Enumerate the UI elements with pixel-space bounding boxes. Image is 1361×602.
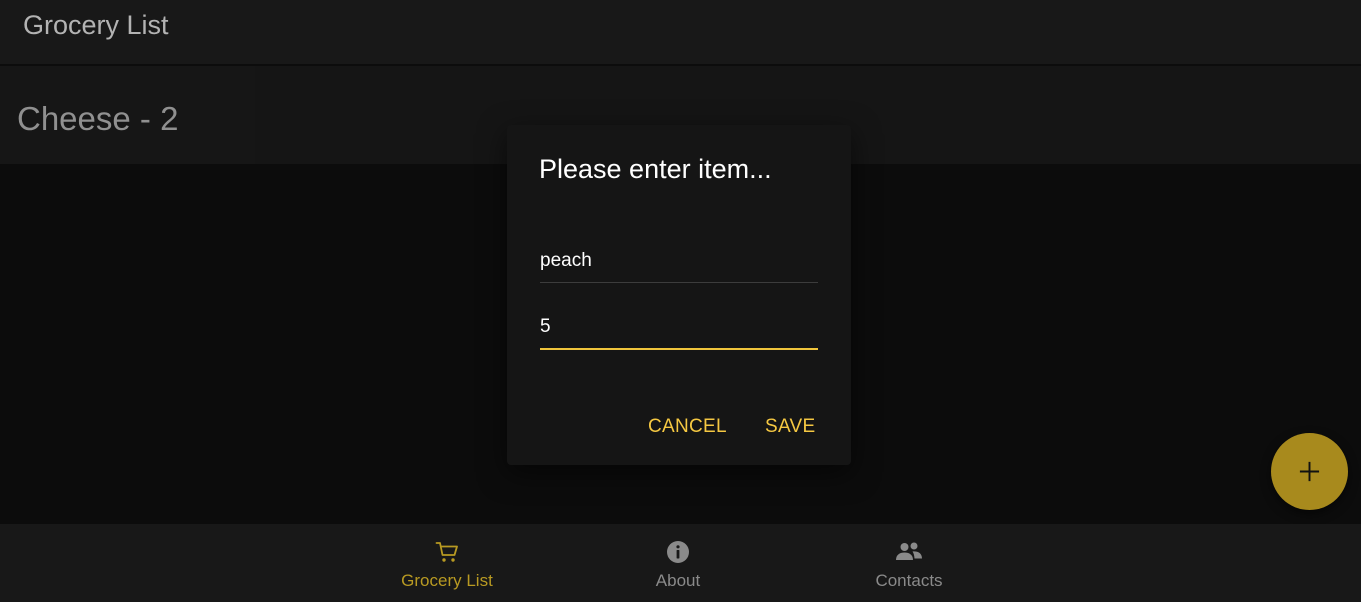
top-app-bar: Grocery List — [0, 0, 1361, 64]
nav-label-about: About — [655, 571, 701, 590]
people-icon — [896, 542, 922, 560]
item-name-input[interactable] — [540, 244, 818, 278]
item-quantity-field — [540, 308, 818, 350]
list-item[interactable]: Cheese - 2 — [17, 99, 178, 139]
item-name-field — [540, 242, 818, 283]
nav-label-grocery-list: Grocery List — [401, 571, 493, 590]
cart-icon — [435, 542, 458, 562]
nav-item-about[interactable]: About — [603, 524, 753, 602]
dialog-title: Please enter item... — [539, 154, 772, 184]
nav-label-contacts: Contacts — [875, 571, 943, 590]
item-quantity-input[interactable] — [540, 310, 818, 344]
save-button[interactable]: SAVE — [765, 413, 815, 441]
cancel-button[interactable]: CANCEL — [648, 413, 727, 441]
add-item-dialog: Please enter item... CANCEL SAVE — [507, 125, 851, 465]
add-item-fab[interactable] — [1271, 433, 1348, 510]
bottom-navigation: Grocery List About Contacts — [0, 524, 1361, 602]
plus-icon — [1299, 461, 1320, 482]
info-icon — [667, 541, 689, 563]
app-title: Grocery List — [23, 10, 169, 40]
nav-item-grocery-list[interactable]: Grocery List — [372, 524, 522, 602]
nav-item-contacts[interactable]: Contacts — [834, 524, 984, 602]
app-root: Grocery List Cheese - 2 Please enter ite… — [0, 0, 1361, 602]
